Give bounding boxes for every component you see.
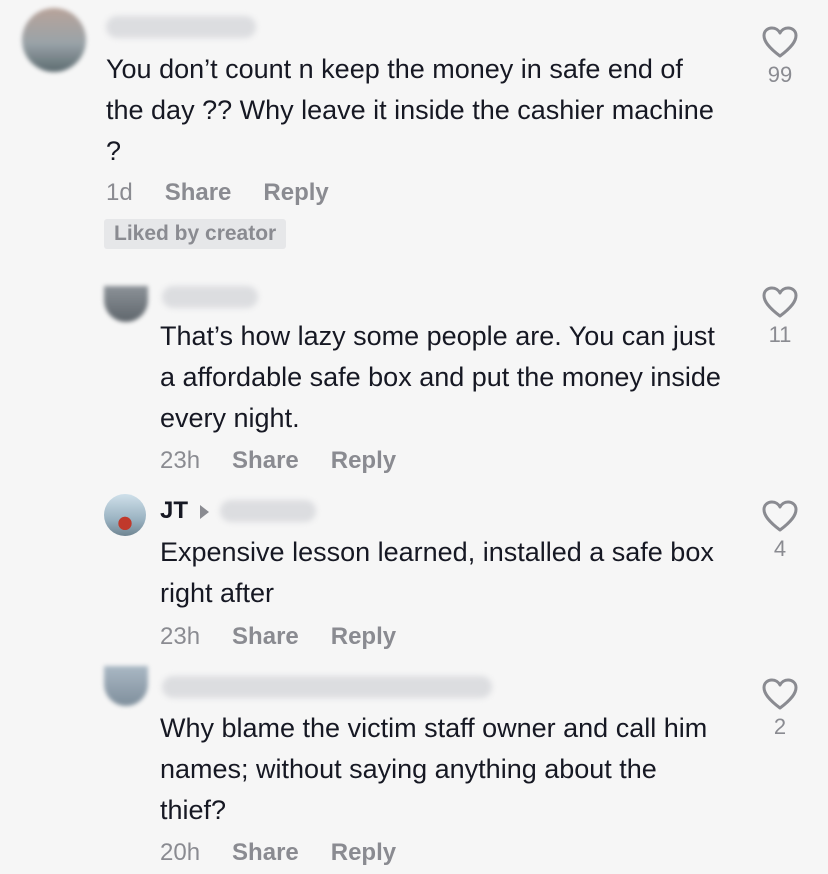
avatar[interactable] <box>104 286 148 322</box>
comment-3: JT Expensive lesson learned, installed a… <box>0 490 828 660</box>
like-count: 4 <box>773 536 787 561</box>
reply-button[interactable]: Reply <box>331 837 396 869</box>
username-hidden[interactable] <box>162 676 492 698</box>
comment-text: Expensive lesson learned, installed a sa… <box>160 537 714 608</box>
heart-outline-icon <box>762 678 798 710</box>
share-button[interactable]: Share <box>232 621 299 653</box>
heart-outline-icon <box>762 26 798 58</box>
comment-text: Why blame the victim staff owner and cal… <box>160 713 708 825</box>
username-hidden[interactable] <box>162 286 258 308</box>
comment-4: Why blame the victim staff owner and cal… <box>0 664 828 874</box>
like-button[interactable]: 4 <box>752 500 808 562</box>
reply-button[interactable]: Reply <box>331 621 396 653</box>
reply-username[interactable]: JT <box>160 496 210 526</box>
comment-actions: 1d Share Reply <box>106 177 329 209</box>
heart-outline-icon <box>762 500 798 532</box>
like-count: 11 <box>768 322 792 347</box>
username[interactable]: JT <box>160 497 188 524</box>
comment-actions: 20h Share Reply <box>160 837 396 869</box>
reply-button[interactable]: Reply <box>331 445 396 477</box>
comment-actions: 23h Share Reply <box>160 445 396 477</box>
avatar[interactable] <box>104 494 146 536</box>
like-button[interactable]: 2 <box>752 678 808 740</box>
caret-right-icon <box>200 504 210 519</box>
liked-by-creator-badge: Liked by creator <box>104 219 287 249</box>
like-button[interactable]: 11 <box>752 286 808 348</box>
comment-time: 1d <box>106 179 133 206</box>
share-button[interactable]: Share <box>165 177 232 209</box>
replied-to-username-hidden[interactable] <box>220 500 316 522</box>
share-button[interactable]: Share <box>232 445 299 477</box>
comment-text: That’s how lazy some people are. You can… <box>160 321 721 433</box>
comment-time: 20h <box>160 839 201 866</box>
share-button[interactable]: Share <box>232 837 299 869</box>
like-button[interactable]: 99 <box>752 26 808 88</box>
like-count: 2 <box>773 714 787 739</box>
comment-text: You don’t count n keep the money in safe… <box>106 54 714 166</box>
comment-2: That’s how lazy some people are. You can… <box>0 280 828 480</box>
username-hidden[interactable] <box>106 16 256 38</box>
avatar[interactable] <box>104 666 148 706</box>
heart-outline-icon <box>762 286 798 318</box>
comment-time: 23h <box>160 447 201 474</box>
comment-time: 23h <box>160 623 201 650</box>
comment-actions: 23h Share Reply <box>160 621 396 653</box>
comment-1: You don’t count n keep the money in safe… <box>0 0 828 260</box>
avatar[interactable] <box>22 8 86 72</box>
like-count: 99 <box>767 62 793 87</box>
reply-button[interactable]: Reply <box>263 177 328 209</box>
